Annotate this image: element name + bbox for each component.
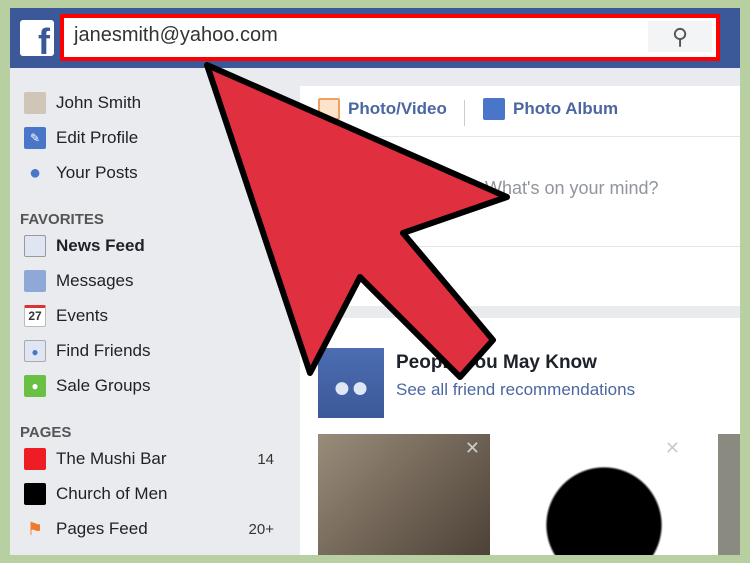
pointer-arrow-icon [204,62,510,380]
